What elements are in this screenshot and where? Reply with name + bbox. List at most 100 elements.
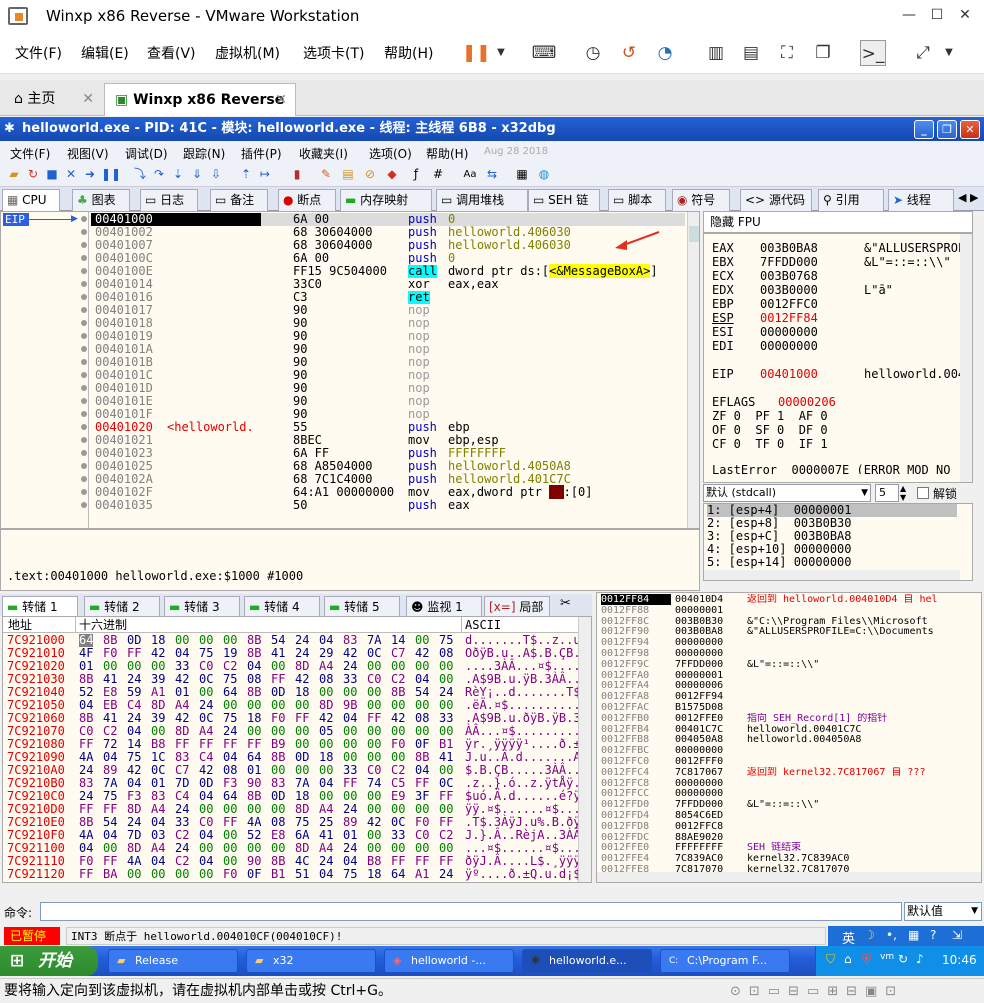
tabs-scroll-right-icon[interactable]: ▶ bbox=[970, 191, 978, 204]
calculator-icon[interactable]: ⇆ bbox=[484, 166, 500, 183]
register-value[interactable]: 00000000 bbox=[760, 326, 818, 339]
unity-icon[interactable]: ❐ bbox=[810, 40, 836, 66]
breakpoint-dot[interactable] bbox=[81, 424, 87, 430]
tab-close-icon[interactable]: ✕ bbox=[82, 83, 94, 116]
punct-icon[interactable]: •, bbox=[886, 928, 897, 942]
hash-icon[interactable]: # bbox=[430, 166, 446, 183]
pause-icon[interactable]: ❚❚ bbox=[101, 166, 121, 183]
stack-value[interactable]: 88AE9020 bbox=[675, 832, 723, 843]
disasm-row[interactable]: 00401000 6A 00 push 0 bbox=[91, 213, 685, 226]
breakpoint-dot[interactable] bbox=[81, 372, 87, 378]
scrollbar-thumb[interactable] bbox=[689, 226, 699, 242]
trace-into-icon[interactable]: ⇣ bbox=[170, 166, 186, 183]
breakpoint-dot[interactable] bbox=[81, 346, 87, 352]
tab-graph[interactable]: ♣ 图表 bbox=[72, 189, 130, 211]
disasm-row[interactable]: 00401007 68 30604000 push helloworld.406030 bbox=[91, 239, 685, 252]
stack-value[interactable]: 7C839AC0 bbox=[675, 853, 723, 864]
breakpoint-dot[interactable] bbox=[81, 359, 87, 365]
stretch-dropdown-icon[interactable]: ▼ bbox=[936, 40, 962, 66]
menu-file[interactable]: 文件(F) bbox=[10, 145, 50, 162]
breakpoint-dot[interactable] bbox=[81, 320, 87, 326]
breakpoint-dot[interactable] bbox=[81, 502, 87, 508]
stack-value[interactable]: 00000000 bbox=[675, 788, 723, 799]
ime-mode[interactable]: 英 bbox=[842, 928, 855, 947]
hex-byte[interactable]: 18 bbox=[367, 868, 381, 881]
stack-row[interactable]: 0012FFAC B1575D08 bbox=[597, 702, 981, 713]
stack-row[interactable]: 0012FFC4 7C817067 返回到 kernel32.7C817067 自 … bbox=[597, 767, 981, 778]
moon-icon[interactable]: ☽ bbox=[864, 928, 875, 942]
stack-value[interactable]: B1575D08 bbox=[675, 702, 723, 713]
stack-row[interactable]: 0012FFD8 0012FFC8 bbox=[597, 821, 981, 832]
disassembly-view[interactable]: EIP ▶ 00401000 6A 00 push 0 00401002 68 30604… bbox=[0, 211, 700, 529]
tab-dump-5[interactable]: ▬ 转储 5 bbox=[324, 596, 400, 618]
tab-references[interactable]: ⚲ 引用 bbox=[818, 189, 884, 211]
breakpoint-dot[interactable] bbox=[81, 294, 87, 300]
menu-trace[interactable]: 跟踪(N) bbox=[183, 145, 225, 162]
disasm-row[interactable]: 00401002 68 30604000 push helloworld.406030 bbox=[91, 226, 685, 239]
run-icon[interactable]: ➜ bbox=[82, 166, 98, 183]
run-to-selection-icon[interactable]: ↦ bbox=[257, 166, 273, 183]
stack-row[interactable]: 0012FFA4 00000006 bbox=[597, 680, 981, 691]
vmtools-icon[interactable]: vm bbox=[880, 952, 894, 962]
breakpoint-dot[interactable] bbox=[81, 333, 87, 339]
expand-icon[interactable]: ⇲ bbox=[952, 928, 962, 942]
disasm-row[interactable]: 00401021 8BEC mov ebp,esp bbox=[91, 434, 685, 447]
spin-arrows-icon[interactable]: ▲ ▼ bbox=[900, 484, 914, 502]
tab-breakpoints[interactable]: ● 断点 bbox=[278, 189, 336, 211]
flags-row[interactable]: OF 0 SF 0 DF 0 bbox=[712, 424, 828, 437]
disasm-row[interactable]: 00401017 90 nop bbox=[91, 304, 685, 317]
stack-value[interactable]: 00000000 bbox=[675, 648, 723, 659]
thumbnail-bar-icon[interactable]: ▤ bbox=[738, 40, 764, 66]
hex-byte[interactable]: FF bbox=[79, 868, 93, 881]
disasm-row[interactable]: 00401025 68 A8504000 push helloworld.4050A8 bbox=[91, 460, 685, 473]
breakpoint-dot[interactable] bbox=[81, 281, 87, 287]
tab-seh-chain[interactable]: ▭ SEH 链 bbox=[528, 189, 600, 211]
send-keys-icon[interactable]: ⌨ bbox=[531, 40, 557, 66]
breakpoint-dot[interactable] bbox=[81, 476, 87, 482]
menu-edit[interactable]: 编辑(E) bbox=[81, 43, 129, 63]
stack-row[interactable]: 0012FF98 00000000 bbox=[597, 648, 981, 659]
stack-value[interactable]: 003B0BA8 bbox=[675, 626, 723, 637]
menu-help[interactable]: 帮助(H) bbox=[384, 43, 433, 63]
task-helloworld-msgbox[interactable]: ◈ helloworld -... bbox=[384, 949, 514, 973]
stretch-icon[interactable]: ⤢ bbox=[910, 40, 936, 66]
stack-row[interactable]: 0012FFC8 00000000 bbox=[597, 778, 981, 789]
stack-row[interactable]: 0012FFBC 00000000 bbox=[597, 745, 981, 756]
breakpoint-dot[interactable] bbox=[81, 255, 87, 261]
tab-dump-3[interactable]: ▬ 转储 3 bbox=[164, 596, 240, 618]
comments-icon[interactable]: ▤ bbox=[340, 166, 356, 183]
stack-row[interactable]: 0012FFC0 0012FFF0 bbox=[597, 756, 981, 767]
tabs-overflow-icon[interactable]: ✂ bbox=[560, 596, 571, 611]
register-value[interactable]: 00401000 bbox=[760, 368, 818, 381]
stack-value[interactable]: 00000001 bbox=[675, 670, 723, 681]
stack-row[interactable]: 0012FFD0 7FFDD000 &L"=::=::\\" bbox=[597, 799, 981, 810]
sync-icon[interactable]: ↻ bbox=[898, 952, 908, 966]
stack-value[interactable]: 00000001 bbox=[675, 605, 723, 616]
keyboard-icon[interactable]: ▦ bbox=[908, 928, 919, 942]
registers-header[interactable]: 隐藏 FPU bbox=[703, 211, 973, 233]
disasm-row[interactable]: 00401016 C3 ret bbox=[91, 291, 685, 304]
disasm-row[interactable]: 0040102F 64:A1 00000000 mov eax,dword ptr f… bbox=[91, 485, 685, 499]
execute-till-return-icon[interactable]: ⇡ bbox=[238, 166, 254, 183]
disassembly-scrollbar[interactable] bbox=[687, 212, 699, 528]
disasm-row[interactable]: 00401019 90 nop bbox=[91, 330, 685, 343]
close-debuggee-icon[interactable]: ✕ bbox=[63, 166, 79, 183]
arg-count-spinbox[interactable]: 5 bbox=[875, 484, 899, 502]
breakpoint-dot[interactable] bbox=[81, 398, 87, 404]
menu-view[interactable]: 视图(V) bbox=[67, 145, 109, 162]
stack-row[interactable]: 0012FFE0 FFFFFFFF SEH 链结束 bbox=[597, 842, 981, 853]
hex-byte[interactable]: 00 bbox=[199, 868, 213, 881]
tab-locals[interactable]: [x=] 局部 bbox=[484, 596, 550, 618]
stack-hscrollbar[interactable] bbox=[597, 872, 981, 882]
tab-close-icon[interactable]: ✕ bbox=[275, 84, 287, 117]
snapshot-icon[interactable]: ◷ bbox=[580, 40, 606, 66]
breakpoint-dot[interactable] bbox=[81, 268, 87, 274]
register-value[interactable]: 003B0768 bbox=[760, 270, 818, 283]
stack-value[interactable]: 00000000 bbox=[675, 778, 723, 789]
disasm-row[interactable]: 0040101A 90 nop bbox=[91, 343, 685, 356]
stack-value[interactable]: 004010D4 bbox=[675, 594, 723, 605]
stack-value[interactable]: FFFFFFFF bbox=[675, 842, 723, 853]
disasm-row[interactable]: 0040101B 90 nop bbox=[91, 356, 685, 369]
stack-row[interactable]: 0012FFD4 8054C6ED bbox=[597, 810, 981, 821]
hex-dump-view[interactable]: 地址 十六进制 ASCII 7C921000 64 8B 0D 18 00 00 00 8B 54… bbox=[2, 616, 592, 883]
